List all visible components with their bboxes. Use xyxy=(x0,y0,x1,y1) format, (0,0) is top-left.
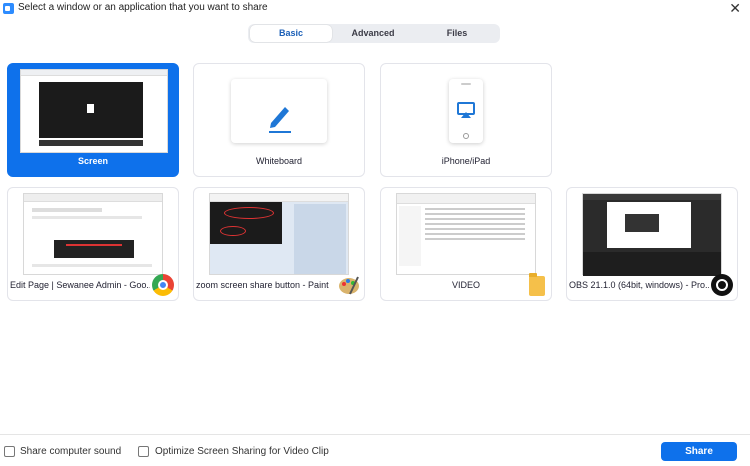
tile-label-screen: Screen xyxy=(77,156,109,166)
close-icon[interactable]: ✕ xyxy=(729,0,741,16)
window-title: Select a window or an application that y… xyxy=(18,2,268,13)
tile-label-whiteboard: Whiteboard xyxy=(255,156,303,166)
share-computer-sound-checkbox[interactable] xyxy=(4,446,15,457)
zoom-app-icon xyxy=(3,3,14,14)
chrome-window-thumbnail xyxy=(23,193,163,275)
tile-label-obs-window: OBS 21.1.0 (64bit, windows) - Pro... xyxy=(569,280,709,290)
share-computer-sound-label[interactable]: Share computer sound xyxy=(20,446,121,457)
optimize-video-clip-label[interactable]: Optimize Screen Sharing for Video Clip xyxy=(155,446,329,457)
tab-files[interactable]: Files xyxy=(416,25,498,42)
tile-label-paint-window: zoom screen share button - Paint xyxy=(196,280,329,290)
tile-label-folder-window: VIDEO xyxy=(451,280,480,290)
tab-basic[interactable]: Basic xyxy=(250,25,332,42)
obs-icon xyxy=(711,274,733,296)
phone-frame xyxy=(449,79,483,143)
share-option-paint-window[interactable]: zoom screen share button - Paint xyxy=(193,187,365,301)
pen-icon xyxy=(269,107,291,133)
obs-window-thumbnail xyxy=(582,193,722,276)
chrome-icon xyxy=(152,274,174,296)
footer-divider xyxy=(0,434,750,435)
optimize-video-clip-checkbox[interactable] xyxy=(138,446,149,457)
folder-window-thumbnail xyxy=(396,193,536,275)
share-option-whiteboard[interactable]: Whiteboard xyxy=(193,63,365,177)
whiteboard-card xyxy=(231,79,327,143)
folder-icon xyxy=(529,273,545,296)
title-bar: Select a window or an application that y… xyxy=(0,0,750,17)
share-option-iphone-ipad[interactable]: iPhone/iPad xyxy=(380,63,552,177)
share-option-folder-window[interactable]: VIDEO xyxy=(380,187,552,301)
paint-window-thumbnail xyxy=(209,193,349,275)
tab-bar: Basic Advanced Files xyxy=(248,24,500,43)
screen-thumbnail xyxy=(20,69,168,153)
share-option-screen[interactable]: Screen xyxy=(7,63,179,177)
tile-label-chrome-window: Edit Page | Sewanee Admin - Goo... xyxy=(10,280,150,290)
share-button[interactable]: Share xyxy=(661,442,737,461)
share-option-obs-window[interactable]: OBS 21.1.0 (64bit, windows) - Pro... xyxy=(566,187,738,301)
tile-label-iphone-ipad: iPhone/iPad xyxy=(441,156,491,166)
paint-icon xyxy=(339,276,359,295)
tab-advanced[interactable]: Advanced xyxy=(332,25,414,42)
share-option-chrome-window[interactable]: Edit Page | Sewanee Admin - Goo... xyxy=(7,187,179,301)
